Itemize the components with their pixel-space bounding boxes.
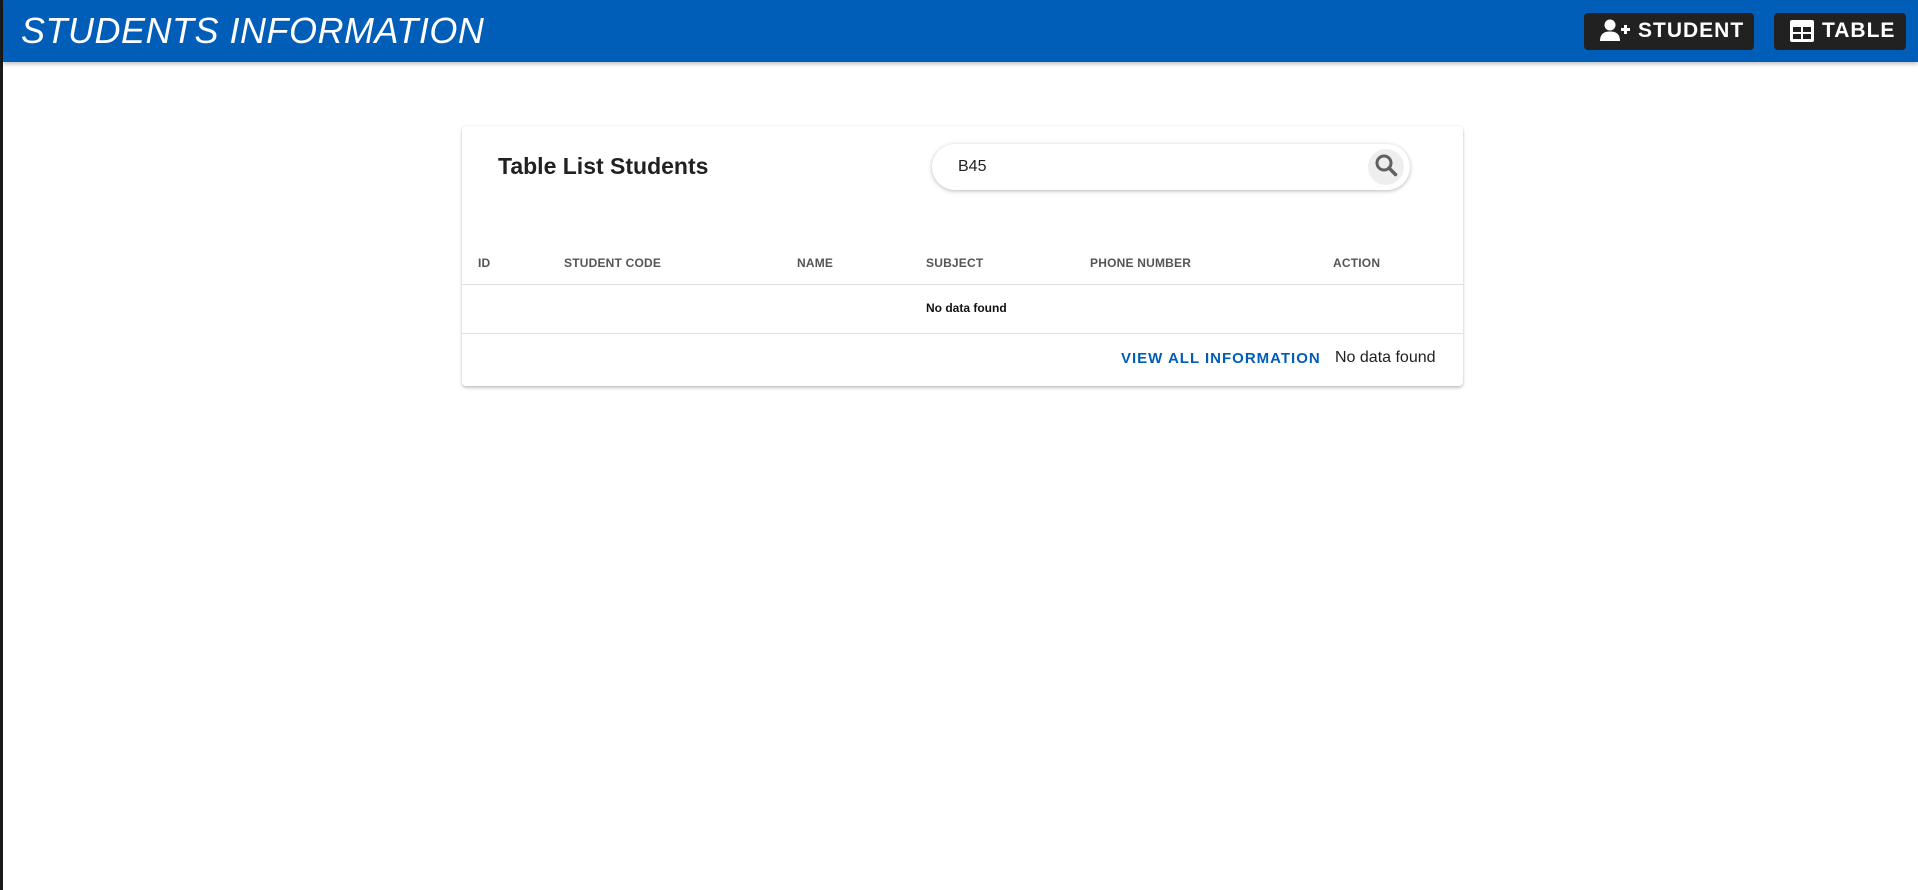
footer-status-text: No data found xyxy=(1335,349,1436,366)
column-header-phone-number[interactable]: PHONE NUMBER xyxy=(1090,256,1191,270)
column-header-subject[interactable]: SUBJECT xyxy=(926,256,983,270)
view-all-information-button[interactable]: VIEW ALL INFORMATION xyxy=(1121,350,1321,367)
app-window: STUDENTS INFORMATION STUDENT TABLE Table… xyxy=(0,0,1918,890)
table-view-label: TABLE xyxy=(1822,19,1896,42)
table-icon xyxy=(1790,20,1814,42)
column-header-student-code[interactable]: STUDENT CODE xyxy=(564,256,661,270)
column-header-action: ACTION xyxy=(1333,256,1381,270)
search-button[interactable] xyxy=(1368,149,1404,185)
empty-table-message: No data found xyxy=(926,301,1007,315)
card-title: Table List Students xyxy=(498,153,709,179)
students-table-card: Table List Students ID STUDENT CODE NAME… xyxy=(462,126,1463,386)
add-student-button[interactable]: STUDENT xyxy=(1584,12,1754,50)
search-icon xyxy=(1374,153,1398,182)
app-title: STUDENTS INFORMATION xyxy=(21,10,485,51)
add-student-label: STUDENT xyxy=(1638,19,1745,42)
nav-buttons: STUDENT TABLE xyxy=(1584,12,1906,50)
user-plus-icon xyxy=(1600,19,1630,43)
search-input[interactable] xyxy=(956,157,1368,177)
table-empty-row: No data found xyxy=(462,285,1463,334)
app-bar: STUDENTS INFORMATION STUDENT TABLE xyxy=(3,0,1918,62)
column-header-name[interactable]: NAME xyxy=(797,256,833,270)
search-box xyxy=(932,144,1410,190)
card-footer: VIEW ALL INFORMATION No data found xyxy=(462,334,1463,386)
table-view-button[interactable]: TABLE xyxy=(1774,12,1906,50)
column-header-id[interactable]: ID xyxy=(478,256,490,270)
table-header-row: ID STUDENT CODE NAME SUBJECT PHONE NUMBE… xyxy=(462,244,1463,285)
